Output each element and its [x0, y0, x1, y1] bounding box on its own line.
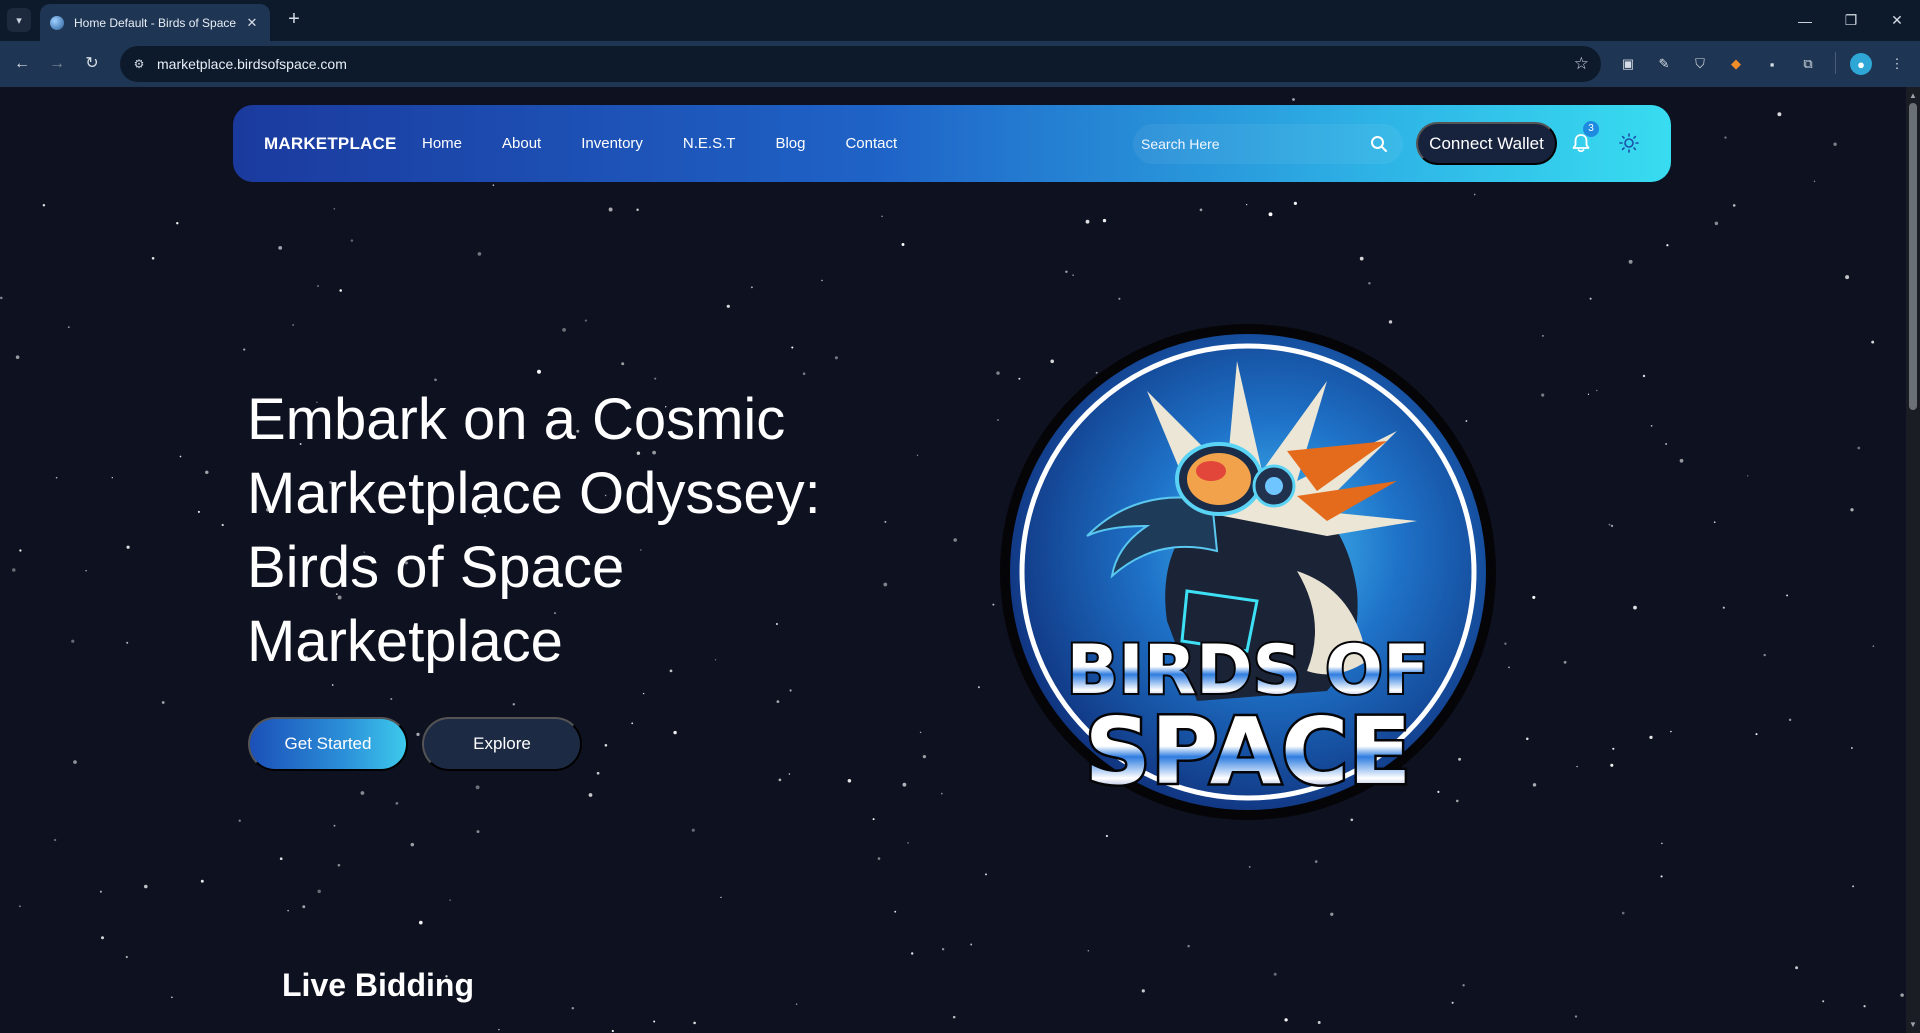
toolbar-divider	[1835, 52, 1836, 74]
forward-button[interactable]: →	[45, 52, 69, 76]
back-button[interactable]: ←	[10, 52, 34, 76]
brand-logo-text[interactable]: MARKETPLACE	[264, 134, 397, 154]
notification-badge: 3	[1583, 121, 1599, 137]
close-window-icon[interactable]: ✕	[1874, 0, 1920, 41]
nav-link-contact[interactable]: Contact	[845, 135, 897, 152]
pen-extension-icon[interactable]: ✎	[1653, 53, 1675, 75]
browser-tab-bar: ▾ Home Default - Birds of Space M ✕ + — …	[0, 0, 1920, 41]
profile-avatar[interactable]: ●	[1850, 53, 1872, 75]
sun-theme-toggle-icon[interactable]	[1618, 132, 1640, 154]
connect-wallet-button[interactable]: Connect Wallet	[1416, 122, 1557, 165]
explore-button[interactable]: Explore	[422, 717, 582, 771]
search-icon[interactable]	[1369, 134, 1389, 154]
nav-link-about[interactable]: About	[502, 135, 541, 152]
minimize-icon[interactable]: —	[1782, 0, 1828, 41]
new-tab-button[interactable]: +	[282, 8, 306, 32]
menu-kebab-icon[interactable]: ⋮	[1886, 53, 1908, 75]
puzzle-extensions-icon[interactable]: ⧉	[1797, 53, 1819, 75]
tab-title: Home Default - Birds of Space M	[74, 15, 238, 30]
nav-link-nest[interactable]: N.E.S.T	[683, 135, 736, 152]
page-viewport: MARKETPLACE Home About Inventory N.E.S.T…	[0, 87, 1906, 1033]
scroll-down-arrow-icon[interactable]: ▼	[1909, 1020, 1917, 1029]
bookmark-star-icon[interactable]: ☆	[1574, 54, 1589, 74]
url-text: marketplace.birdsofspace.com	[157, 56, 347, 72]
restore-icon[interactable]: ❐	[1828, 0, 1874, 41]
get-started-button[interactable]: Get Started	[248, 717, 408, 771]
tab-search-button[interactable]: ▾	[7, 8, 31, 32]
page-scrollbar[interactable]: ▲ ▼	[1906, 87, 1920, 1033]
shield-extension-icon[interactable]: ⛉	[1689, 53, 1711, 75]
reload-button[interactable]: ↻	[80, 52, 104, 76]
browser-toolbar: ← → ↻ ⚙ marketplace.birdsofspace.com ☆ ▣…	[0, 41, 1920, 87]
scroll-up-arrow-icon[interactable]: ▲	[1909, 91, 1917, 100]
globe-favicon-icon	[50, 15, 64, 30]
browser-tab[interactable]: Home Default - Birds of Space M ✕	[40, 4, 270, 41]
site-navbar: MARKETPLACE Home About Inventory N.E.S.T…	[233, 105, 1671, 182]
site-info-icon[interactable]: ⚙	[130, 55, 148, 73]
window-controls: — ❐ ✕	[1782, 0, 1920, 41]
scrollbar-thumb[interactable]	[1909, 103, 1917, 410]
metamask-extension-icon[interactable]: ◆	[1725, 53, 1747, 75]
save-extension-icon[interactable]: ▣	[1617, 53, 1639, 75]
live-bidding-heading: Live Bidding	[282, 967, 474, 1003]
logo-text-line-2: SPACE	[1085, 698, 1412, 805]
search-input[interactable]	[1141, 124, 1361, 164]
site-search-box	[1133, 124, 1403, 164]
dark-extension-icon[interactable]: ▪	[1761, 53, 1783, 75]
hero-title: Embark on a Cosmic Marketplace Odyssey: …	[247, 387, 821, 674]
address-bar[interactable]: ⚙ marketplace.birdsofspace.com ☆	[120, 46, 1601, 82]
main-menu: Home About Inventory N.E.S.T Blog Contac…	[422, 135, 937, 152]
nav-link-blog[interactable]: Blog	[775, 135, 805, 152]
nav-link-inventory[interactable]: Inventory	[581, 135, 643, 152]
birds-of-space-logo: BIRDS OF SPACE	[1000, 324, 1496, 820]
close-tab-icon[interactable]: ✕	[244, 15, 260, 31]
nav-link-home[interactable]: Home	[422, 135, 462, 152]
